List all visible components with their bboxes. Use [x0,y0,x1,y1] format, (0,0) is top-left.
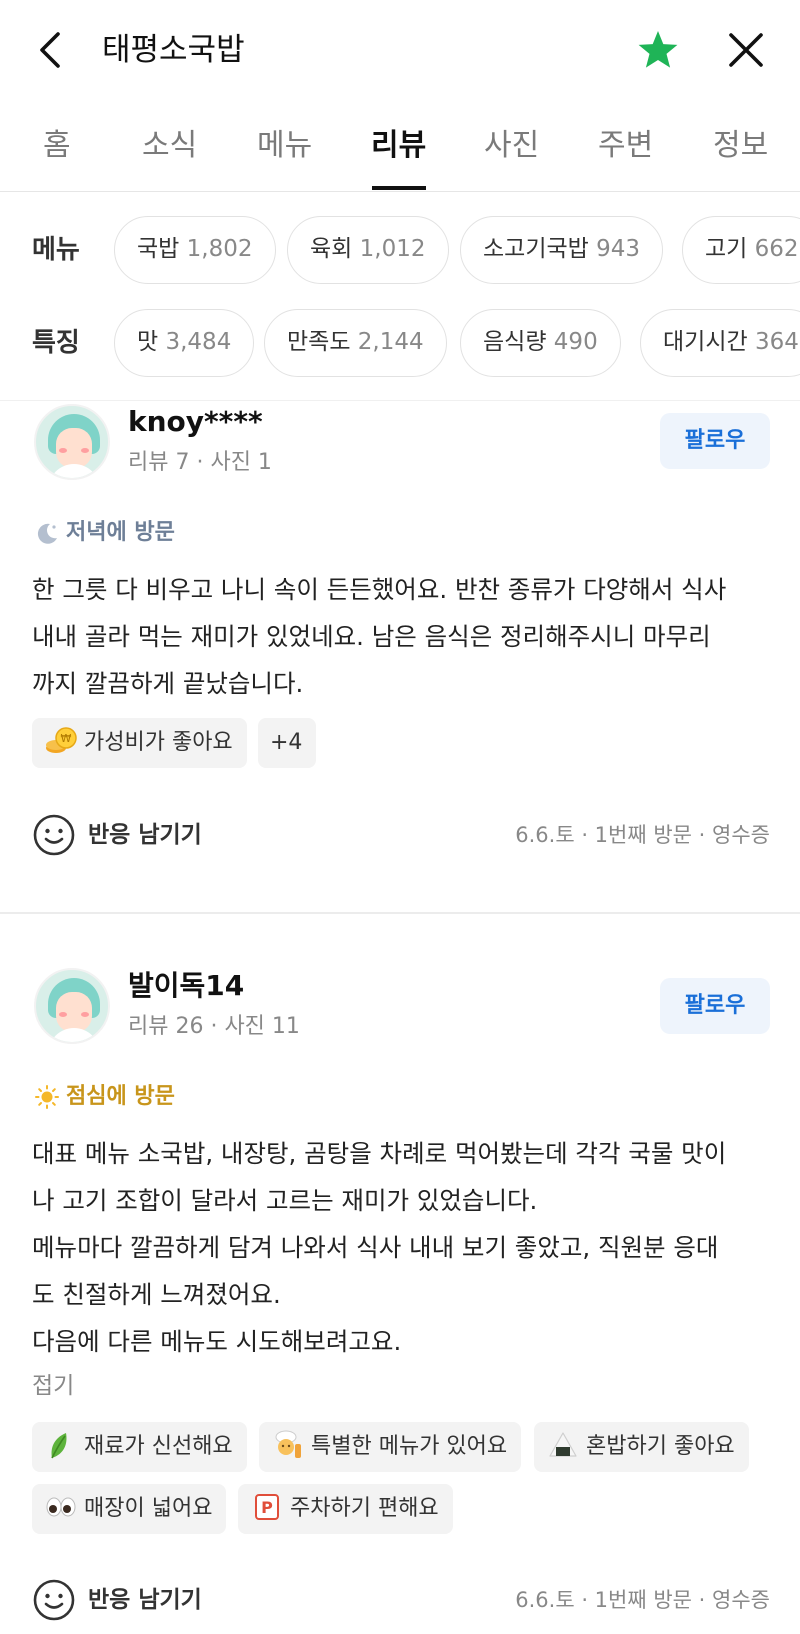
feature-chip[interactable]: 맛 3,484 [114,309,255,377]
rice-ball-icon [549,1432,577,1457]
chip-name: 고기 [705,236,748,262]
tag-label: 특별한 메뉴가 있어요 [311,1434,508,1459]
tag-label: 주차하기 편해요 [290,1496,439,1521]
chip-name: 맛 [137,329,159,355]
feature-chip[interactable]: 대기시간 364 [640,309,800,377]
leaf-icon [51,1433,67,1459]
menu-filter-row: 메뉴 국밥 1,802 육회 1,012 소고기국밥 943 고기 662 [0,216,800,286]
react-label: 반응 남기기 [88,822,202,848]
review-tag: 특별한 메뉴가 있어요 [259,1422,522,1472]
feature-chip[interactable]: 음식량 490 [460,309,621,377]
tab-info[interactable]: 정보 [713,126,768,166]
chip-name: 육회 [310,236,353,262]
fold-button[interactable]: 접기 [32,1371,74,1401]
active-tab-indicator [372,186,426,190]
star-icon[interactable] [636,28,680,72]
chip-name: 대기시간 [663,329,748,355]
review-line: 내내 골라 먹는 재미가 있었네요. 남은 음식은 정리해주시니 마무리 [32,622,711,651]
smile-icon [33,1579,75,1621]
review-user-stats: 리뷰 26 · 사진 11 [128,1014,300,1039]
tab-bar: 홈 소식 메뉴 리뷰 사진 주변 정보 [0,110,800,192]
avatar[interactable] [34,404,110,480]
more-tags-button[interactable]: +4 [258,718,317,768]
review-username[interactable]: knoy**** [128,404,263,440]
tab-home[interactable]: 홈 [43,126,71,166]
parking-icon: P [255,1494,279,1520]
review-meta: 6.6.토 · 1번째 방문 · 영수증 [515,1588,770,1612]
follow-button[interactable]: 팔로우 [660,978,770,1034]
chip-count: 1,012 [359,236,426,262]
feature-filter-label: 특징 [32,328,80,358]
tab-nearby[interactable]: 주변 [598,126,653,166]
review-tag: 혼밥하기 좋아요 [534,1422,749,1472]
review-body[interactable]: 한 그릇 다 비우고 나니 속이 든든했어요. 반찬 종류가 다양해서 식사 내… [32,566,772,707]
chip-name: 소고기국밥 [483,236,589,262]
review-username[interactable]: 발이독14 [128,968,244,1004]
review-tag: 매장이 넓어요 [32,1484,227,1534]
chip-name: 국밥 [137,236,180,262]
review-line: 나 고기 조합이 달라서 고르는 재미가 있었습니다. [32,1186,538,1215]
chef-icon [275,1430,301,1458]
app-header: 태평소국밥 [0,0,800,100]
tag-label: 혼밥하기 좋아요 [586,1434,735,1459]
review-line: 대표 메뉴 소국밥, 내장탕, 곰탕을 차례로 먹어봤는데 각각 국물 맛이 [32,1139,727,1168]
follow-button[interactable]: 팔로우 [660,413,770,469]
chip-count: 364 [754,329,799,355]
coin-icon: ₩ [46,727,77,753]
feature-filter-row: 특징 맛 3,484 만족도 2,144 음식량 490 대기시간 364 [0,309,800,379]
review-tag: 재료가 신선해요 [32,1422,247,1472]
tab-menu[interactable]: 메뉴 [257,126,312,166]
chip-count: 1,802 [186,236,253,262]
review-line: 다음에 다른 메뉴도 시도해보려고요. [32,1327,402,1356]
menu-chip[interactable]: 국밥 1,802 [114,216,276,284]
tag-label: +4 [270,730,303,755]
chip-name: 음식량 [483,329,547,355]
tab-news[interactable]: 소식 [142,126,197,166]
visit-label: 점심에 방문 [66,1084,175,1109]
tag-label: 매장이 넓어요 [84,1496,213,1521]
tag-label: 가성비가 좋아요 [84,730,233,755]
chip-count: 943 [596,236,641,262]
review-tag: ₩ 가성비가 좋아요 [32,718,247,768]
smile-icon [33,814,75,856]
review-divider [0,912,800,914]
review-line: 까지 깔끔하게 끝났습니다. [32,669,304,698]
eyes-icon [46,1497,76,1517]
tag-label: 재료가 신선해요 [84,1434,233,1459]
review-body[interactable]: 대표 메뉴 소국밥, 내장탕, 곰탕을 차례로 먹어봤는데 각각 국물 맛이 나… [32,1130,772,1365]
chip-name: 만족도 [287,329,351,355]
chip-count: 3,484 [165,329,232,355]
menu-chip[interactable]: 육회 1,012 [287,216,449,284]
sun-icon [35,1085,59,1109]
review-line: 도 친절하게 느껴졌어요. [32,1280,281,1309]
close-icon[interactable] [726,30,766,70]
visit-label: 저녁에 방문 [66,520,175,545]
avatar[interactable] [34,968,110,1044]
review-line: 메뉴마다 깔끔하게 담겨 나와서 식사 내내 보기 좋았고, 직원분 응대 [32,1233,719,1262]
menu-filter-label: 메뉴 [32,235,80,265]
review-user-stats: 리뷰 7 · 사진 1 [128,450,272,475]
moon-icon [37,523,57,544]
menu-chip[interactable]: 고기 662 [682,216,800,284]
review-meta: 6.6.토 · 1번째 방문 · 영수증 [515,823,770,847]
svg-text:₩: ₩ [61,732,72,745]
visit-time: 점심에 방문 [34,1082,175,1112]
review-line: 한 그릇 다 비우고 나니 속이 든든했어요. 반찬 종류가 다양해서 식사 [32,575,727,604]
filters-divider [0,400,800,401]
place-title: 태평소국밥 [102,32,245,68]
feature-chip[interactable]: 만족도 2,144 [264,309,447,377]
svg-text:P: P [261,1498,273,1517]
review-tag: P 주차하기 편해요 [238,1484,453,1534]
tab-photos[interactable]: 사진 [484,126,539,166]
chip-count: 490 [553,329,598,355]
tab-reviews[interactable]: 리뷰 [371,126,426,166]
chevron-left-icon[interactable] [32,28,72,72]
visit-time: 저녁에 방문 [34,518,175,548]
chip-count: 2,144 [357,329,424,355]
menu-chip[interactable]: 소고기국밥 943 [460,216,664,284]
react-label: 반응 남기기 [88,1587,202,1613]
chip-count: 662 [754,236,799,262]
